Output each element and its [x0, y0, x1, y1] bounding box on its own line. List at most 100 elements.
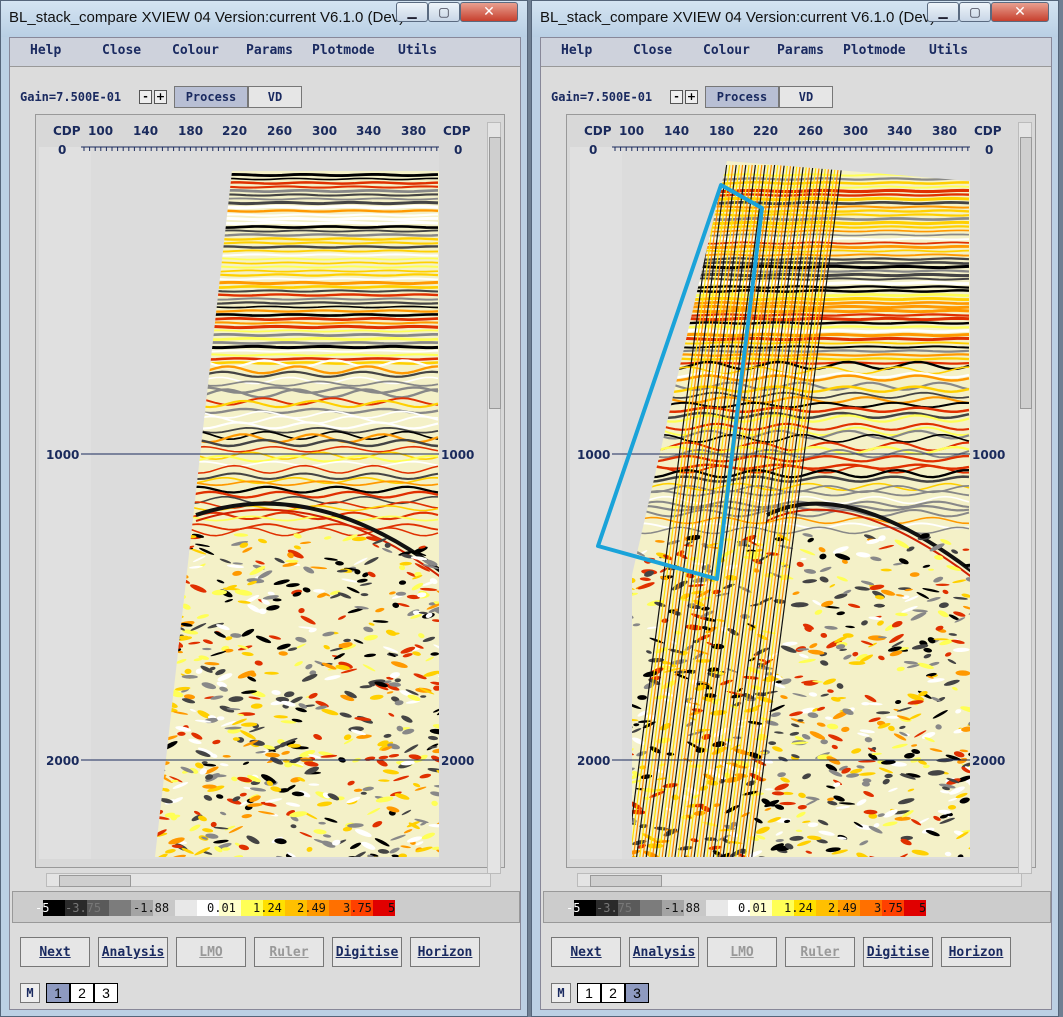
- minimize-icon: ▁: [407, 5, 417, 19]
- scroll-thumb[interactable]: [1020, 137, 1032, 409]
- horizon-button[interactable]: Horizon: [410, 937, 480, 967]
- gain-decrease-button[interactable]: -: [670, 90, 683, 104]
- cdp-tick-label: 180: [709, 124, 734, 138]
- page-button-2[interactable]: 2: [601, 983, 625, 1003]
- ruler-button[interactable]: Ruler: [785, 937, 855, 967]
- horizon-button[interactable]: Horizon: [941, 937, 1011, 967]
- gain-readout: Gain=7.500E-01: [20, 90, 122, 104]
- cdp-label-left: CDP: [53, 124, 81, 138]
- menu-help[interactable]: Help: [561, 43, 592, 58]
- cdp-tick-label: 300: [312, 124, 337, 138]
- analysis-button[interactable]: Analysis: [629, 937, 699, 967]
- menu-utils[interactable]: Utils: [929, 43, 968, 58]
- gain-increase-button[interactable]: +: [685, 90, 698, 104]
- colour-scale-label: -3.75: [596, 901, 633, 915]
- process-button[interactable]: Process: [174, 86, 248, 108]
- time-2000-right: 2000: [972, 754, 1005, 768]
- close-window-button[interactable]: ✕: [991, 2, 1049, 22]
- colour-scale-label: 2.49: [297, 901, 326, 915]
- cdp-tick-label: 180: [178, 124, 203, 138]
- page-button-3[interactable]: 3: [94, 983, 118, 1003]
- menu-params[interactable]: Params: [246, 43, 293, 58]
- digitise-button[interactable]: Digitise: [332, 937, 402, 967]
- time-2000-right: 2000: [441, 754, 474, 768]
- cdp-tick-label: 340: [887, 124, 912, 138]
- menu-close[interactable]: Close: [633, 43, 672, 58]
- colour-scale-label: -5: [35, 901, 50, 915]
- cdp-label-left: CDP: [584, 124, 612, 138]
- menu-utils[interactable]: Utils: [398, 43, 437, 58]
- process-button[interactable]: Process: [705, 86, 779, 108]
- vd-button[interactable]: VD: [248, 86, 302, 108]
- time-2000-left: 2000: [577, 754, 610, 768]
- next-button[interactable]: Next: [551, 937, 621, 967]
- colour-swatch: [640, 900, 662, 916]
- scroll-thumb[interactable]: [59, 875, 131, 887]
- horizontal-scrollbar[interactable]: [577, 873, 1022, 887]
- page-button-1[interactable]: 1: [46, 983, 70, 1003]
- page-button-2[interactable]: 2: [70, 983, 94, 1003]
- time-zero-left: 0: [58, 143, 66, 157]
- page-button-3[interactable]: 3: [625, 983, 649, 1003]
- cdp-tick-label: 300: [843, 124, 868, 138]
- menu-colour[interactable]: Colour: [703, 43, 750, 58]
- seismic-section[interactable]: CDP CDP 0 0 100 140 180 220 260 300 340 …: [567, 115, 1035, 867]
- gain-decrease-button[interactable]: -: [139, 90, 152, 104]
- analysis-button[interactable]: Analysis: [98, 937, 168, 967]
- colour-scale-label: 5: [919, 901, 927, 915]
- horizontal-scrollbar[interactable]: [46, 873, 491, 887]
- vertical-scrollbar[interactable]: [1018, 122, 1032, 874]
- page-button-1[interactable]: 1: [577, 983, 601, 1003]
- time-1000-right: 1000: [441, 448, 474, 462]
- menu-plotmode[interactable]: Plotmode: [843, 43, 906, 58]
- title-bar[interactable]: BL_stack_compare XVIEW 04 Version:curren…: [1, 1, 527, 37]
- title-bar[interactable]: BL_stack_compare XVIEW 04 Version:curren…: [532, 1, 1058, 37]
- cdp-tick-label: 140: [664, 124, 689, 138]
- menu-help[interactable]: Help: [30, 43, 61, 58]
- menu-bar: Help Close Colour Params Plotmode Utils: [10, 38, 520, 67]
- menu-colour[interactable]: Colour: [172, 43, 219, 58]
- cdp-tick-label: 100: [88, 124, 113, 138]
- colour-scale-label: -5: [566, 901, 581, 915]
- menu-close[interactable]: Close: [102, 43, 141, 58]
- vd-button[interactable]: VD: [779, 86, 833, 108]
- lmo-button[interactable]: LMO: [707, 937, 777, 967]
- colour-swatch: [175, 900, 197, 916]
- cdp-tick-label: 380: [401, 124, 426, 138]
- colour-scale-label: 1.24: [784, 901, 813, 915]
- mode-label[interactable]: M: [551, 983, 571, 1003]
- seismic-plot-frame: CDP CDP 0 0 100 140 180 220 260 300 340 …: [35, 114, 505, 868]
- colour-swatch: [109, 900, 131, 916]
- minimize-button[interactable]: ▁: [396, 2, 428, 22]
- time-zero-right: 0: [985, 143, 993, 157]
- cdp-tick-label: 100: [619, 124, 644, 138]
- menu-plotmode[interactable]: Plotmode: [312, 43, 375, 58]
- cdp-label-right: CDP: [974, 124, 1002, 138]
- gain-increase-button[interactable]: +: [154, 90, 167, 104]
- scroll-thumb[interactable]: [590, 875, 662, 887]
- menu-bar: Help Close Colour Params Plotmode Utils: [541, 38, 1051, 67]
- cdp-tick-label: 140: [133, 124, 158, 138]
- digitise-button[interactable]: Digitise: [863, 937, 933, 967]
- seismic-plot-frame: CDP CDP 0 0 100 140 180 220 260 300 340 …: [566, 114, 1036, 868]
- lmo-button[interactable]: LMO: [176, 937, 246, 967]
- client-area: Help Close Colour Params Plotmode Utils …: [9, 37, 521, 1010]
- ruler-button[interactable]: Ruler: [254, 937, 324, 967]
- cdp-tick-label: 380: [932, 124, 957, 138]
- scroll-thumb[interactable]: [489, 137, 501, 409]
- maximize-button[interactable]: ▢: [959, 2, 991, 22]
- seismic-section[interactable]: CDP CDP 0 0 100 140 180 220 260 300 340 …: [36, 115, 504, 867]
- menu-params[interactable]: Params: [777, 43, 824, 58]
- close-window-button[interactable]: ✕: [460, 2, 518, 22]
- maximize-icon: ▢: [969, 5, 981, 19]
- next-button[interactable]: Next: [20, 937, 90, 967]
- vertical-scrollbar[interactable]: [487, 122, 501, 874]
- maximize-button[interactable]: ▢: [428, 2, 460, 22]
- minimize-button[interactable]: ▁: [927, 2, 959, 22]
- time-1000-left: 1000: [46, 448, 79, 462]
- window-right: BL_stack_compare XVIEW 04 Version:curren…: [531, 0, 1059, 1017]
- mode-label[interactable]: M: [20, 983, 40, 1003]
- maximize-icon: ▢: [438, 5, 450, 19]
- time-1000-right: 1000: [972, 448, 1005, 462]
- cdp-tick-label: 260: [267, 124, 292, 138]
